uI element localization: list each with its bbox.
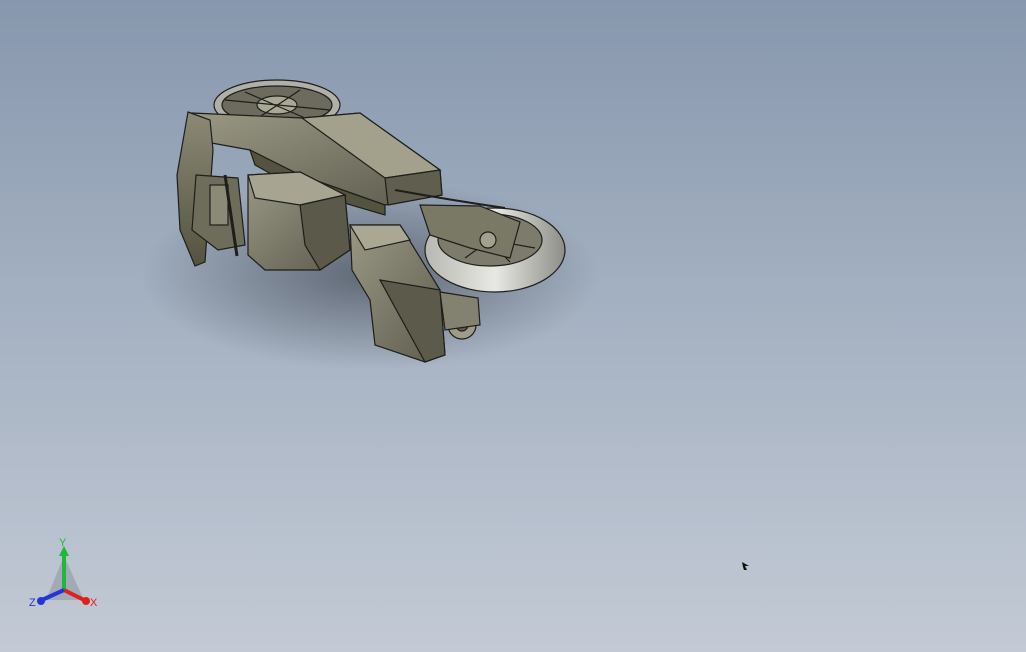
y-axis-label: Y	[59, 538, 67, 549]
orientation-triad[interactable]: Y X Z	[26, 538, 106, 614]
mouse-cursor-icon	[742, 562, 749, 570]
motorcycle-model[interactable]	[0, 0, 1026, 652]
x-axis-label: X	[90, 597, 98, 609]
z-axis-label: Z	[29, 597, 36, 609]
graphics-viewport[interactable]: Y X Z	[0, 0, 1026, 652]
